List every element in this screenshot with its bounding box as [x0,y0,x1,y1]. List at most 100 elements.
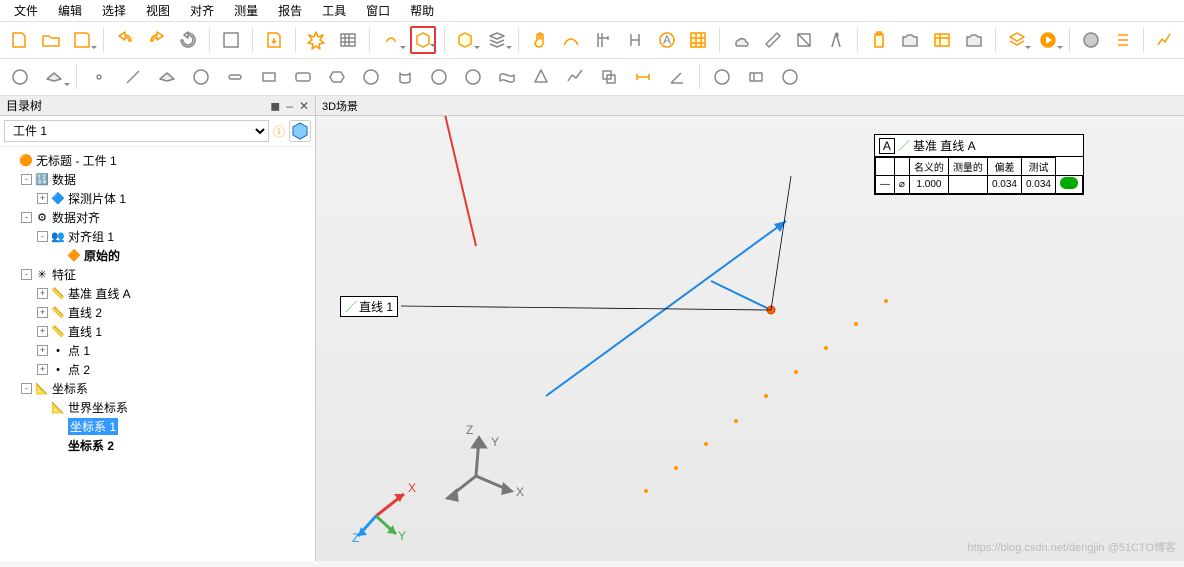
stop-icon[interactable] [1078,26,1104,54]
bracket-icon[interactable] [622,26,648,54]
workpiece-select[interactable]: 工件 1 [4,120,269,142]
menu-tools[interactable]: 工具 [312,0,356,21]
cylinder-icon[interactable] [391,63,419,91]
tree-node[interactable]: -⚙数据对齐 [2,208,313,227]
redo-icon[interactable] [144,26,170,54]
plane-icon[interactable] [153,63,181,91]
gear-sm-icon[interactable] [776,63,804,91]
layers-icon[interactable] [1004,26,1030,54]
offset-icon[interactable] [595,63,623,91]
tree-node[interactable]: +•点 1 [2,341,313,360]
gd-icon[interactable] [742,63,770,91]
tree-expand-icon[interactable]: - [37,231,48,242]
save-icon[interactable] [69,26,95,54]
play-icon[interactable] [1035,26,1061,54]
viewport-3d[interactable]: 3D场景 [316,96,1184,561]
table-icon[interactable] [929,26,955,54]
clipboard-icon[interactable] [866,26,892,54]
tree-expand-icon[interactable]: - [21,383,32,394]
hex-icon[interactable] [323,63,351,91]
cone-icon[interactable] [527,63,555,91]
point-icon[interactable] [85,63,113,91]
pin-icon[interactable]: ◼ [270,99,280,113]
stack-icon[interactable] [484,26,510,54]
datum-callout[interactable]: A ／ 基准 直线 A 名义的 测量的 偏差 测试 — ⌀ 1. [874,134,1084,195]
tree-node[interactable]: 🔶原始的 [2,246,313,265]
dim-icon[interactable] [629,63,657,91]
minimize-icon[interactable]: – [286,99,293,113]
target-icon[interactable] [708,63,736,91]
tree-expand-icon[interactable]: - [21,212,32,223]
tree-expand-icon[interactable]: + [37,307,48,318]
menu-help[interactable]: 帮助 [400,0,444,21]
new-icon[interactable] [6,26,32,54]
grid-icon[interactable] [685,26,711,54]
menu-report[interactable]: 报告 [268,0,312,21]
tree-expand-icon[interactable]: + [37,326,48,337]
scene[interactable]: X Y Z X Y Z ／ 直线 1 A ／ [316,116,1184,561]
menu-view[interactable]: 视图 [136,0,180,21]
box-icon[interactable] [452,26,478,54]
tree-node[interactable]: 📐世界坐标系 [2,398,313,417]
tree-node[interactable]: +🔷探测片体 1 [2,189,313,208]
scale-icon[interactable] [792,26,818,54]
hand-icon[interactable] [527,26,553,54]
polyline-icon[interactable] [561,63,589,91]
matrix-icon[interactable] [335,26,361,54]
import-icon[interactable] [261,26,287,54]
cloud2-icon[interactable] [728,26,754,54]
info-icon[interactable]: ⓘ [273,123,285,140]
plane-pts-icon[interactable] [40,63,68,91]
round-rect-icon[interactable] [289,63,317,91]
burst-icon[interactable] [303,26,329,54]
tree-node[interactable]: -✳特征 [2,265,313,284]
menu-select[interactable]: 选择 [92,0,136,21]
caliper-icon[interactable] [590,26,616,54]
list-icon[interactable] [1110,26,1136,54]
rect-icon[interactable] [255,63,283,91]
tree-node[interactable]: -👥对齐组 1 [2,227,313,246]
tree-node[interactable]: +•点 2 [2,360,313,379]
tree-node[interactable]: 坐标系 2 [2,436,313,455]
cube-icon[interactable] [410,26,436,54]
path-icon[interactable] [559,26,585,54]
model-tree[interactable]: 🟠无标题 - 工件 1-🔢数据+🔷探测片体 1-⚙数据对齐-👥对齐组 1🔶原始的… [0,147,315,561]
undo-icon[interactable] [112,26,138,54]
tree-node[interactable]: +📏直线 1 [2,322,313,341]
close-icon[interactable]: ✕ [299,99,309,113]
settings-icon[interactable] [218,26,244,54]
tree-node[interactable]: +📏基准 直线 A [2,284,313,303]
tree-node[interactable]: 🟠无标题 - 工件 1 [2,151,313,170]
menu-window[interactable]: 窗口 [356,0,400,21]
sphere-icon[interactable] [425,63,453,91]
tree-node[interactable]: 坐标系 1 [2,417,313,436]
line1-callout[interactable]: ／ 直线 1 [340,296,398,317]
tree-expand-icon[interactable]: + [37,288,48,299]
ellipse-icon[interactable] [357,63,385,91]
camera-plus-icon[interactable] [898,26,924,54]
menu-edit[interactable]: 编辑 [48,0,92,21]
line-icon[interactable] [119,63,147,91]
menu-align[interactable]: 对齐 [180,0,224,21]
tree-expand-icon[interactable]: - [21,174,32,185]
cube-button[interactable] [289,120,311,142]
ruler-icon[interactable] [760,26,786,54]
menu-measure[interactable]: 测量 [224,0,268,21]
a-circle-icon[interactable]: A [654,26,680,54]
chart-icon[interactable] [1152,26,1178,54]
refresh-icon[interactable] [176,26,202,54]
surface-icon[interactable] [493,63,521,91]
tree-expand-icon[interactable]: + [37,345,48,356]
tree-node[interactable]: -🔢数据 [2,170,313,189]
tree-expand-icon[interactable]: - [21,269,32,280]
angle-icon[interactable] [663,63,691,91]
torus-icon[interactable] [459,63,487,91]
compass-icon[interactable] [823,26,849,54]
circle-icon[interactable] [187,63,215,91]
sphere-pts-icon[interactable] [6,63,34,91]
slot-icon[interactable] [221,63,249,91]
tree-node[interactable]: +📏直线 2 [2,303,313,322]
open-icon[interactable] [38,26,64,54]
cloud-icon[interactable] [378,26,404,54]
tree-expand-icon[interactable]: + [37,193,48,204]
